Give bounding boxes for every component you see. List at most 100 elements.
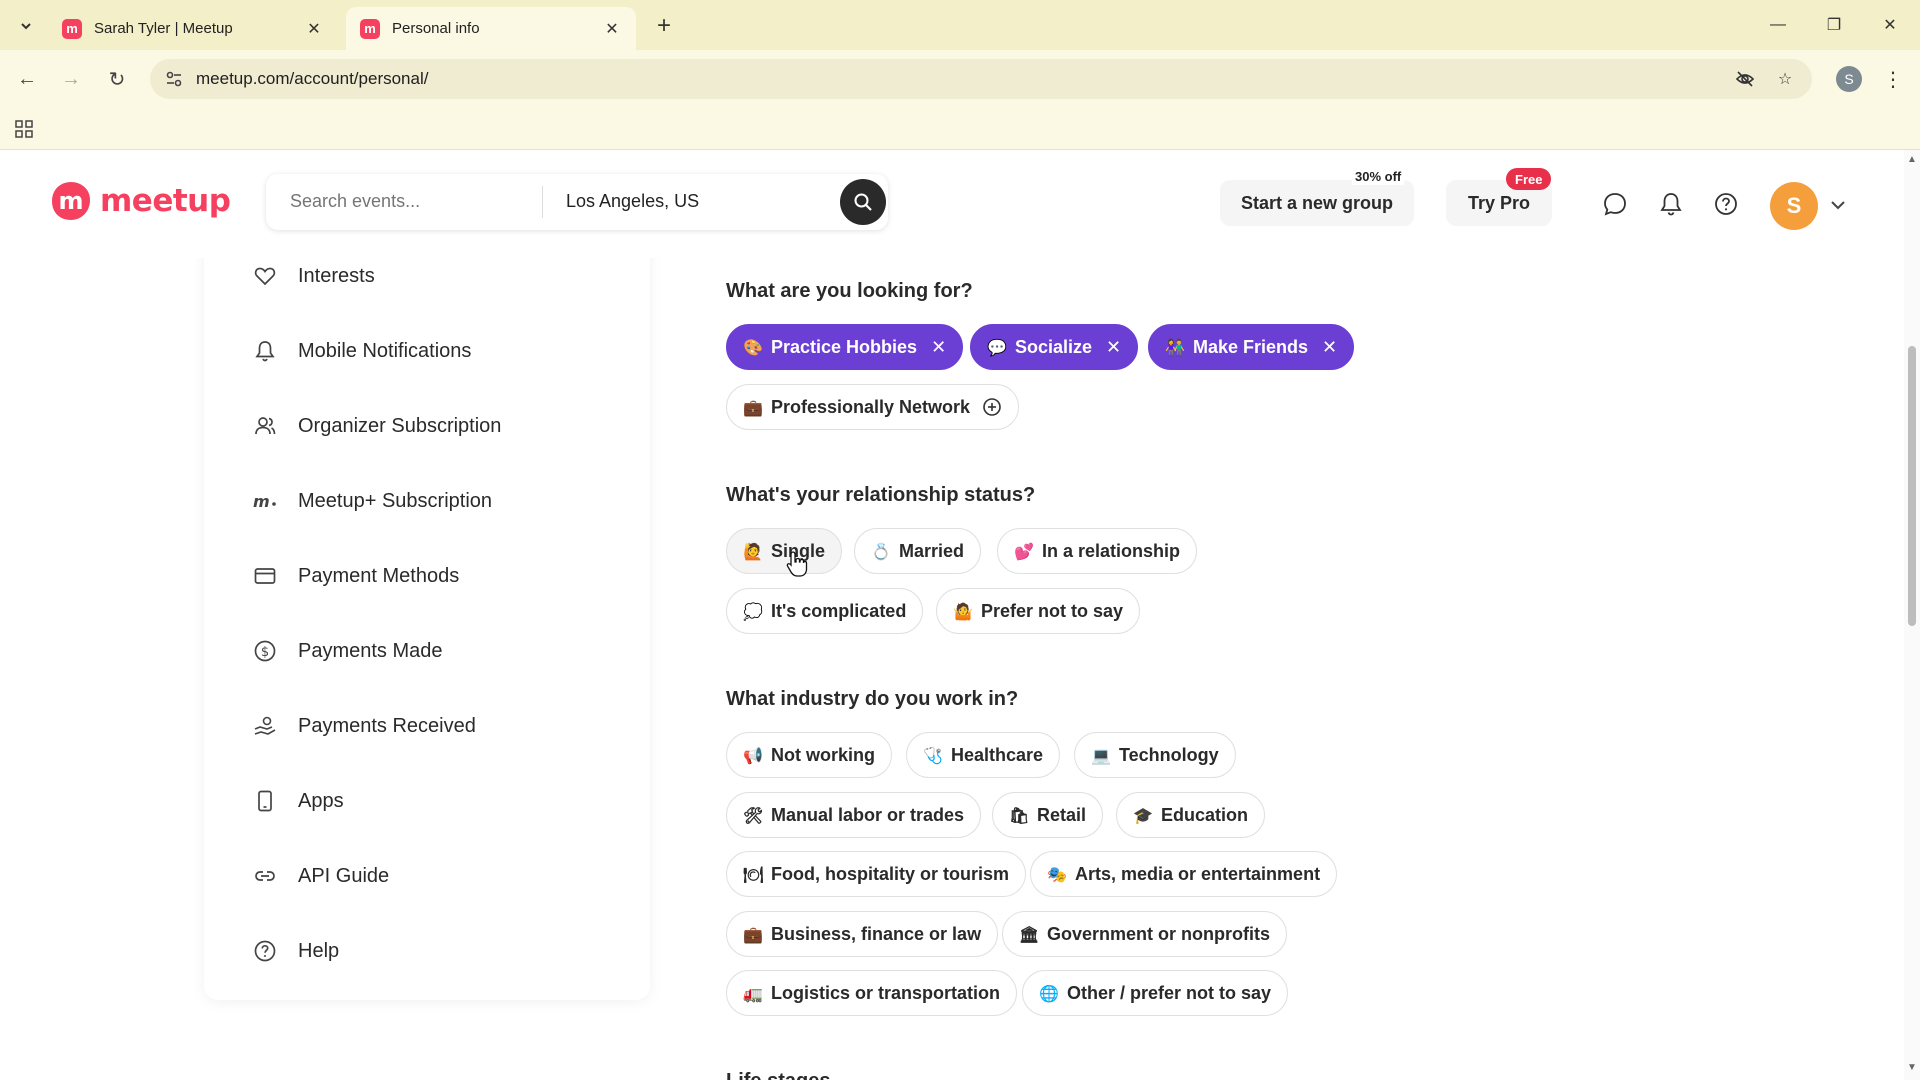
chip-socialize[interactable]: 💬 Socialize ✕	[970, 324, 1139, 370]
chip-practice-hobbies[interactable]: 🎨 Practice Hobbies ✕	[726, 324, 964, 370]
remove-x-icon[interactable]: ✕	[931, 337, 946, 358]
ring-icon: 💍	[871, 541, 891, 561]
search-button[interactable]	[840, 179, 886, 225]
hand-pointer-cursor-icon	[786, 551, 808, 577]
chip-arts-media-entertainment[interactable]: 🎭 Arts, media or entertainment	[1030, 851, 1338, 897]
chip-make-friends[interactable]: 👫 Make Friends ✕	[1148, 324, 1355, 370]
chip-label: Practice Hobbies	[771, 336, 918, 357]
remove-x-icon[interactable]: ✕	[1106, 337, 1121, 358]
chip-prefer-not-to-say[interactable]: 🤷 Prefer not to say	[936, 588, 1141, 634]
link-icon	[252, 863, 278, 889]
sidebar-item-label: Meetup+ Subscription	[298, 489, 493, 512]
reload-icon[interactable]: ↻	[102, 64, 132, 94]
theater-masks-icon: 🎭	[1047, 864, 1067, 884]
window-close-icon[interactable]: ✕	[1872, 10, 1908, 40]
site-header: m meetup Los Angeles, US Start a new gro…	[0, 150, 1904, 258]
chip-food-hospitality-tourism[interactable]: 🍽 Food, hospitality or tourism	[726, 851, 1026, 897]
globe-icon: 🌐	[1039, 983, 1059, 1003]
sidebar-item-interests[interactable]: Interests	[252, 256, 375, 296]
sidebar-item-apps[interactable]: Apps	[252, 781, 344, 821]
users-icon	[252, 413, 278, 439]
chevron-down-icon[interactable]	[1828, 195, 1848, 215]
relationship-title: What's your relationship status?	[726, 484, 1036, 506]
address-bar[interactable]: meetup.com/account/personal/ ☆	[150, 59, 1812, 99]
close-icon[interactable]: ✕	[304, 19, 324, 39]
browser-tab-profile[interactable]: m Sarah Tyler | Meetup ✕	[48, 7, 338, 50]
chip-label: Professionally Network	[771, 396, 971, 417]
tab-title: Sarah Tyler | Meetup	[94, 20, 233, 37]
sidebar-item-label: Payments Received	[298, 714, 476, 737]
chip-label: Education	[1161, 804, 1249, 825]
sidebar-item-meetup-plus-subscription[interactable]: m Meetup+ Subscription	[252, 481, 492, 521]
sidebar-item-payment-methods[interactable]: Payment Methods	[252, 556, 459, 596]
sidebar-item-api-guide[interactable]: API Guide	[252, 856, 389, 896]
browser-menu-icon[interactable]: ⋮	[1880, 65, 1906, 93]
chip-label: Retail	[1037, 804, 1087, 825]
sidebar-item-label: API Guide	[298, 864, 390, 887]
add-circle-icon[interactable]	[982, 397, 1002, 417]
chip-other-prefer-not-to-say[interactable]: 🌐 Other / prefer not to say	[1022, 970, 1289, 1016]
scroll-down-arrow-icon[interactable]: ▼	[1907, 1062, 1917, 1073]
chip-label: Manual labor or trades	[771, 804, 965, 825]
bookmark-star-icon[interactable]: ☆	[1774, 68, 1796, 90]
shopping-bags-icon: 🛍	[1009, 805, 1030, 825]
chip-married[interactable]: 💍 Married	[854, 528, 982, 574]
sidebar-item-label: Organizer Subscription	[298, 414, 502, 437]
apps-grid-icon[interactable]	[14, 119, 34, 139]
start-new-group-button[interactable]: Start a new group	[1220, 180, 1414, 226]
sidebar-item-organizer-subscription[interactable]: Organizer Subscription	[252, 406, 501, 446]
search-icon	[854, 193, 872, 211]
bookmark-bar	[0, 108, 1920, 150]
stethoscope-icon: 🩺	[923, 745, 943, 765]
sidebar-item-mobile-notifications[interactable]: Mobile Notifications	[252, 331, 471, 371]
forward-arrow-icon[interactable]: →	[56, 64, 86, 94]
chip-in-a-relationship[interactable]: 💕 In a relationship	[997, 528, 1198, 574]
new-tab-plus-icon[interactable]: +	[650, 12, 678, 40]
remove-x-icon[interactable]: ✕	[1322, 337, 1337, 358]
browser-tab-bar: m Sarah Tyler | Meetup ✕ m Personal info…	[0, 0, 1920, 50]
speech-bubble-icon: 💬	[987, 337, 1007, 357]
chip-retail[interactable]: 🛍 Retail	[992, 792, 1104, 838]
chip-not-working[interactable]: 📢 Not working	[726, 732, 892, 778]
meetup-logo[interactable]: m meetup	[50, 180, 231, 222]
back-arrow-icon[interactable]: ←	[12, 64, 42, 94]
logo-text: meetup	[100, 183, 231, 219]
chip-government-nonprofits[interactable]: 🏛 Government or nonprofits	[1002, 911, 1288, 957]
chip-label: Prefer not to say	[981, 600, 1124, 621]
page-scrollbar[interactable]: ▲ ▼	[1904, 150, 1920, 1080]
search-events-input[interactable]	[290, 191, 540, 212]
chip-technology[interactable]: 💻 Technology	[1074, 732, 1236, 778]
browser-profile-avatar[interactable]: S	[1836, 66, 1862, 92]
sidebar-item-label: Payments Made	[298, 639, 443, 662]
site-info-icon[interactable]	[164, 69, 184, 89]
restore-icon[interactable]: ❐	[1816, 10, 1852, 40]
chip-label: It's complicated	[771, 600, 907, 621]
close-icon[interactable]: ✕	[602, 19, 622, 39]
help-icon[interactable]	[1713, 191, 1739, 217]
chip-professionally-network[interactable]: 💼 Professionally Network	[726, 384, 1020, 430]
scroll-thumb[interactable]	[1908, 346, 1916, 626]
sidebar-item-help[interactable]: Help	[252, 931, 339, 971]
browser-tab-personal-info[interactable]: m Personal info ✕	[346, 7, 636, 50]
chip-education[interactable]: 🎓 Education	[1116, 792, 1266, 838]
notifications-bell-icon[interactable]	[1658, 191, 1684, 217]
graduation-cap-icon: 🎓	[1133, 805, 1153, 825]
chip-manual-labor-or-trades[interactable]: 🛠 Manual labor or trades	[726, 792, 982, 838]
account-sidebar: Interests Mobile Notifications Organizer…	[204, 210, 650, 1000]
minimize-icon[interactable]: —	[1760, 10, 1796, 40]
scroll-up-arrow-icon[interactable]: ▲	[1907, 154, 1917, 165]
chip-single[interactable]: 🙋 Single	[726, 528, 843, 574]
messages-icon[interactable]	[1602, 191, 1628, 217]
tab-search-chevron-icon[interactable]	[12, 12, 40, 40]
user-avatar[interactable]: S	[1770, 182, 1818, 230]
location-input[interactable]: Los Angeles, US	[566, 191, 699, 212]
chip-logistics-transportation[interactable]: 🚛 Logistics or transportation	[726, 970, 1018, 1016]
life-stages-title: Life stages	[726, 1070, 830, 1080]
sidebar-item-payments-made[interactable]: $ Payments Made	[252, 631, 443, 671]
chip-healthcare[interactable]: 🩺 Healthcare	[906, 732, 1061, 778]
eye-off-icon[interactable]	[1734, 68, 1756, 90]
chip-business-finance-law[interactable]: 💼 Business, finance or law	[726, 911, 999, 957]
chip-its-complicated[interactable]: 💭 It's complicated	[726, 588, 924, 634]
sidebar-item-payments-received[interactable]: Payments Received	[252, 706, 476, 746]
browser-toolbar: ← → ↻ meetup.com/account/personal/ ☆ S ⋮	[0, 50, 1920, 108]
